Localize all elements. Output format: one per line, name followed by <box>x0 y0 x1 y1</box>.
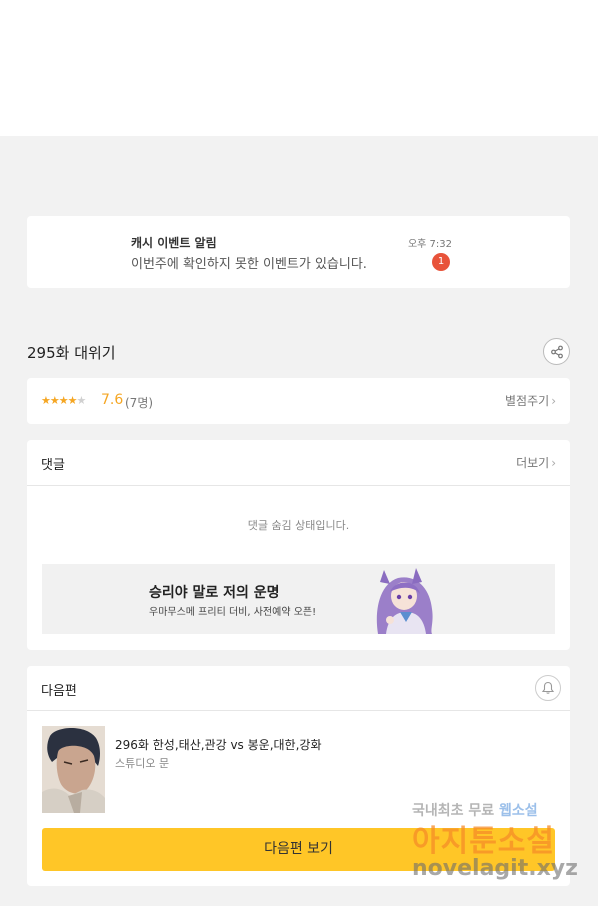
thumbnail-image <box>42 726 105 813</box>
share-icon <box>550 345 563 358</box>
rating-count: (7명) <box>125 396 154 410</box>
next-episode-studio: 스튜디오 문 <box>115 757 170 770</box>
next-episode-thumbnail[interactable] <box>42 726 105 813</box>
next-episode-title[interactable]: 296화 한성,태산,관강 vs 봉운,대한,강화 <box>115 736 321 753</box>
chevron-right-icon: › <box>551 456 556 470</box>
star-icon: ★ <box>49 394 60 407</box>
next-episode-card: 다음편 296화 한성,태산,관강 vs 봉운,대한,강화 스튜디오 문 다음편… <box>27 666 570 886</box>
star-icon: ★ <box>58 394 69 407</box>
rating-score: 7.6 <box>101 392 124 408</box>
chevron-right-icon: › <box>551 394 556 408</box>
star-rating: ★★★★★ <box>41 394 87 407</box>
ad-banner-title: 승리야 말로 저의 운명 <box>149 585 280 601</box>
comments-more-button[interactable]: 더보기 › <box>516 454 556 471</box>
episode-title: 295화 대위기 <box>27 344 116 362</box>
divider <box>27 485 570 486</box>
comments-title: 댓글 <box>41 458 65 473</box>
ad-banner[interactable]: 승리야 말로 저의 운명 우마무스메 프리티 더비, 사전예약 오픈! <box>42 564 555 634</box>
rating-card: ★★★★★ 7.6 (7명) 별점주기 › <box>27 378 570 424</box>
ad-character-image <box>376 568 433 634</box>
star-icon: ★ <box>41 394 51 407</box>
notify-button[interactable] <box>535 675 561 701</box>
bell-icon <box>541 681 555 694</box>
rate-button[interactable]: 별점주기 › <box>505 392 556 409</box>
share-button[interactable] <box>543 338 570 365</box>
notification-count-badge: 1 <box>432 253 450 271</box>
comments-hidden-message: 댓글 숨김 상태입니다. <box>247 519 350 532</box>
rate-button-label: 별점주기 <box>505 394 550 408</box>
star-icon: ★ <box>67 394 78 407</box>
next-episode-section-title: 다음편 <box>41 684 77 699</box>
divider <box>27 710 570 711</box>
ad-banner-subtitle: 우마무스메 프리티 더비, 사전예약 오픈! <box>149 607 317 618</box>
notification-card[interactable]: 캐시 이벤트 알림 이번주에 확인하지 못한 이벤트가 있습니다. 오후 7:3… <box>27 216 570 288</box>
notification-time: 오후 7:32 <box>407 239 452 250</box>
comments-card: 댓글 더보기 › 댓글 숨김 상태입니다. 승리야 말로 저의 운명 우마무스메 … <box>27 440 570 650</box>
notification-message: 이번주에 확인하지 못한 이벤트가 있습니다. <box>131 257 367 272</box>
top-blank-area <box>0 0 598 136</box>
next-episode-button[interactable]: 다음편 보기 <box>42 828 555 871</box>
notification-title: 캐시 이벤트 알림 <box>131 236 217 250</box>
comments-more-label: 더보기 <box>516 456 550 470</box>
star-icon: ★ <box>76 394 87 407</box>
